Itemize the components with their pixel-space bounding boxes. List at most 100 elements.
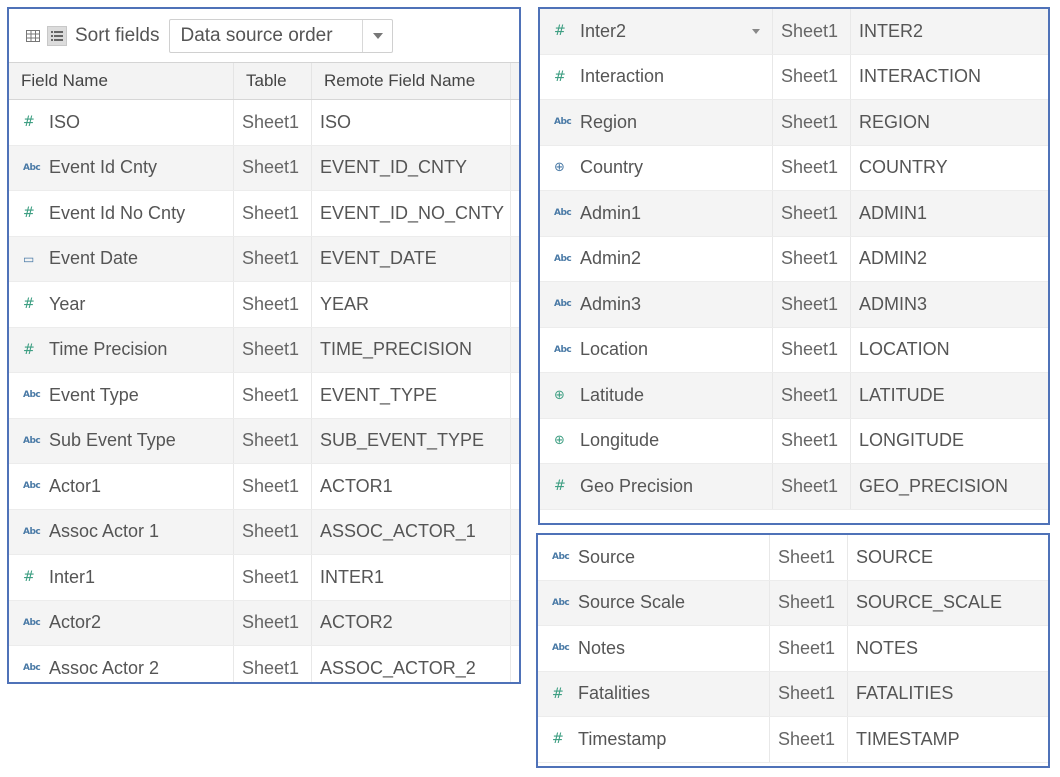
field-name-cell[interactable]: Abc Admin2 [540, 236, 773, 281]
globe-icon[interactable]: ⊕ [554, 388, 580, 403]
field-row[interactable]: Abc Sub Event Type Sheet1 SUB_EVENT_TYPE [9, 418, 519, 464]
field-name-cell[interactable]: # Geo Precision [540, 464, 773, 509]
field-row[interactable]: # Timestamp Sheet1 TIMESTAMP [538, 717, 1048, 763]
field-row[interactable]: Abc Admin2 Sheet1 ADMIN2 [540, 236, 1048, 282]
number-type-icon[interactable]: # [23, 114, 49, 130]
string-type-icon[interactable]: Abc [554, 345, 580, 355]
field-name-cell[interactable]: # Year [9, 282, 234, 327]
field-name-cell[interactable]: Abc Notes [538, 626, 770, 671]
field-name-cell[interactable]: # Time Precision [9, 327, 234, 372]
string-type-icon[interactable]: Abc [23, 436, 49, 446]
field-name-cell[interactable]: Abc Location [540, 327, 773, 372]
globe-icon[interactable]: ⊕ [554, 160, 580, 175]
field-name-cell[interactable]: ⊕ Longitude [540, 418, 773, 463]
grid-view-icon[interactable] [23, 26, 43, 46]
field-name-cell[interactable]: Abc Actor2 [9, 600, 234, 645]
field-row[interactable]: Abc Location Sheet1 LOCATION [540, 327, 1048, 373]
list-view-icon[interactable] [47, 25, 67, 46]
field-name-cell[interactable]: Abc Region [540, 100, 773, 145]
field-name-cell[interactable]: # Inter1 [9, 555, 234, 600]
field-row[interactable]: Abc Assoc Actor 2 Sheet1 ASSOC_ACTOR_2 [9, 646, 519, 682]
number-type-icon[interactable]: # [23, 342, 49, 358]
field-row[interactable]: # Year Sheet1 YEAR [9, 282, 519, 328]
number-type-icon[interactable]: # [554, 23, 580, 39]
field-name-cell[interactable]: ⊕ Country [540, 145, 773, 190]
sort-order-dropdown[interactable]: Data source order [169, 18, 394, 53]
string-type-icon[interactable]: Abc [23, 163, 49, 173]
remote-field-name-cell: YEAR [312, 282, 511, 327]
field-name-cell[interactable]: Abc Event Id Cnty [9, 145, 234, 190]
field-name-cell[interactable]: Abc Assoc Actor 2 [9, 646, 234, 682]
field-name-cell[interactable]: Abc Source [538, 535, 770, 580]
column-header-table[interactable]: Table [234, 63, 312, 99]
field-row[interactable]: # ISO Sheet1 ISO [9, 100, 519, 146]
field-name-cell[interactable]: ▭ Event Date [9, 236, 234, 281]
string-type-icon[interactable]: Abc [23, 663, 49, 673]
field-name-cell[interactable]: Abc Admin1 [540, 191, 773, 236]
string-type-icon[interactable]: Abc [552, 552, 578, 562]
number-type-icon[interactable]: # [552, 731, 578, 747]
field-row[interactable]: # Interaction Sheet1 INTERACTION [540, 54, 1048, 100]
field-name-cell[interactable]: ⊕ Latitude [540, 373, 773, 418]
field-name-cell[interactable]: Abc Admin3 [540, 282, 773, 327]
field-row[interactable]: ⊕ Country Sheet1 COUNTRY [540, 145, 1048, 191]
field-row[interactable]: Abc Admin3 Sheet1 ADMIN3 [540, 282, 1048, 328]
string-type-icon[interactable]: Abc [554, 299, 580, 309]
field-row[interactable]: Abc Assoc Actor 1 Sheet1 ASSOC_ACTOR_1 [9, 509, 519, 555]
field-name: Event Id No Cnty [49, 202, 186, 223]
field-name: Region [580, 111, 638, 132]
field-name-cell[interactable]: # Timestamp [538, 717, 770, 762]
field-name-cell[interactable]: # Fatalities [538, 671, 770, 716]
string-type-icon[interactable]: Abc [23, 527, 49, 537]
globe-icon[interactable]: ⊕ [554, 433, 580, 448]
field-row[interactable]: Abc Event Type Sheet1 EVENT_TYPE [9, 373, 519, 419]
field-name: Assoc Actor 2 [49, 657, 160, 678]
field-name-cell[interactable]: Abc Assoc Actor 1 [9, 509, 234, 554]
field-row[interactable]: Abc Source Scale Sheet1 SOURCE_SCALE [538, 580, 1048, 626]
field-row[interactable]: # Inter1 Sheet1 INTER1 [9, 555, 519, 601]
number-type-icon[interactable]: # [554, 69, 580, 85]
date-type-icon[interactable]: ▭ [23, 252, 49, 266]
field-row[interactable]: # Time Precision Sheet1 TIME_PRECISION [9, 327, 519, 373]
field-row[interactable]: # Event Id No Cnty Sheet1 EVENT_ID_NO_CNTY [9, 191, 519, 237]
string-type-icon[interactable]: Abc [554, 117, 580, 127]
field-row[interactable]: Abc Source Sheet1 SOURCE [538, 535, 1048, 581]
field-name-cell[interactable]: # ISO [9, 100, 234, 145]
field-row[interactable]: Abc Event Id Cnty Sheet1 EVENT_ID_CNTY [9, 145, 519, 191]
field-row[interactable]: Abc Admin1 Sheet1 ADMIN1 [540, 191, 1048, 237]
string-type-icon[interactable]: Abc [552, 643, 578, 653]
field-row[interactable]: ⊕ Longitude Sheet1 LONGITUDE [540, 418, 1048, 464]
field-row[interactable]: ▭ Event Date Sheet1 EVENT_DATE [9, 236, 519, 282]
field-row[interactable]: Abc Actor2 Sheet1 ACTOR2 [9, 600, 519, 646]
field-name: Inter1 [49, 566, 96, 587]
string-type-icon[interactable]: Abc [23, 390, 49, 400]
field-name-cell[interactable]: Abc Event Type [9, 373, 234, 418]
column-header-field-name[interactable]: Field Name [9, 63, 234, 99]
dropdown-button[interactable] [362, 19, 392, 52]
column-header-remote-field-name[interactable]: Remote Field Name [312, 63, 511, 99]
field-row[interactable]: # Fatalities Sheet1 FATALITIES [538, 671, 1048, 717]
field-name-cell[interactable]: # Inter2 [540, 9, 773, 54]
field-row[interactable]: Abc Region Sheet1 REGION [540, 100, 1048, 146]
field-name-cell[interactable]: Abc Sub Event Type [9, 418, 234, 463]
field-menu-caret-icon[interactable] [752, 29, 760, 35]
field-row[interactable]: Abc Notes Sheet1 NOTES [538, 626, 1048, 672]
field-name-cell[interactable]: Abc Actor1 [9, 464, 234, 509]
number-type-icon[interactable]: # [23, 569, 49, 585]
field-row[interactable]: # Inter2 Sheet1 INTER2 [540, 9, 1048, 55]
number-type-icon[interactable]: # [23, 205, 49, 221]
field-row[interactable]: # Geo Precision Sheet1 GEO_PRECISION [540, 464, 1048, 510]
field-name-cell[interactable]: # Interaction [540, 54, 773, 99]
field-name-cell[interactable]: # Event Id No Cnty [9, 191, 234, 236]
field-row[interactable]: Abc Actor1 Sheet1 ACTOR1 [9, 464, 519, 510]
string-type-icon[interactable]: Abc [552, 598, 578, 608]
string-type-icon[interactable]: Abc [554, 254, 580, 264]
field-name-cell[interactable]: Abc Source Scale [538, 580, 770, 625]
string-type-icon[interactable]: Abc [554, 208, 580, 218]
string-type-icon[interactable]: Abc [23, 618, 49, 628]
number-type-icon[interactable]: # [552, 686, 578, 702]
number-type-icon[interactable]: # [23, 296, 49, 312]
string-type-icon[interactable]: Abc [23, 481, 49, 491]
number-type-icon[interactable]: # [554, 478, 580, 494]
field-row[interactable]: ⊕ Latitude Sheet1 LATITUDE [540, 373, 1048, 419]
